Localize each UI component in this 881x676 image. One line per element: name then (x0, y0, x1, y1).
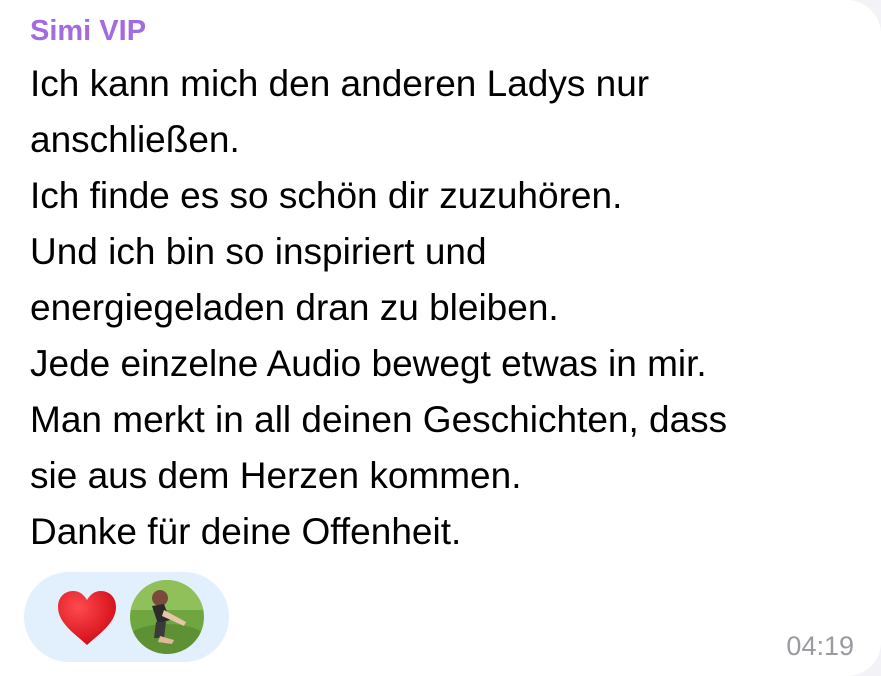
red-heart-icon (58, 591, 116, 645)
message-bubble[interactable]: Simi VIP Ich kann mich den anderen Ladys… (0, 0, 881, 676)
reactor-avatar[interactable] (130, 580, 204, 654)
message-text: Ich kann mich den anderen Ladys nur ansc… (30, 56, 870, 560)
message-line: Ich finde es so schön dir zuzuhören. (30, 175, 623, 216)
reaction-pill[interactable] (24, 572, 229, 662)
message-line: energiegeladen dran zu bleiben. (30, 287, 559, 328)
message-line: Jede einzelne Audio bewegt etwas in mir. (30, 343, 707, 384)
message-timestamp: 04:19 (786, 631, 854, 661)
message-line: Und ich bin so inspiriert und (30, 231, 487, 272)
message-line: Ich kann mich den anderen Ladys nur (30, 63, 650, 104)
message-line: sie aus dem Herzen kommen. (30, 455, 522, 496)
sender-name[interactable]: Simi VIP (30, 14, 146, 48)
message-line: Man merkt in all deinen Geschichten, das… (30, 399, 728, 440)
message-line: Danke für deine Offenheit. (30, 511, 462, 552)
message-line: anschließen. (30, 119, 240, 160)
